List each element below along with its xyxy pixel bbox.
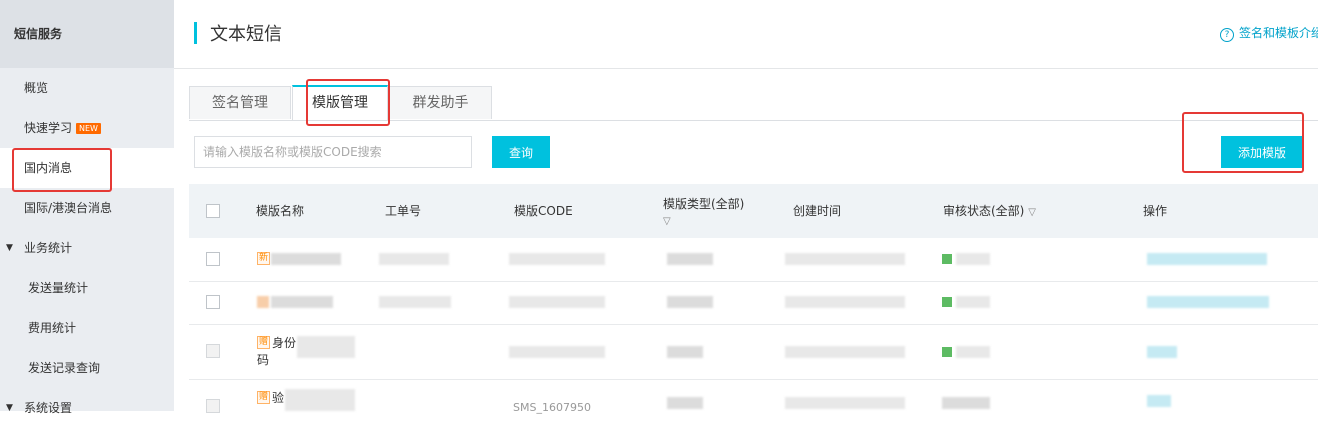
search-input[interactable]	[194, 136, 472, 168]
sidebar-title: 短信服务	[0, 0, 174, 68]
column-header: 模版名称	[256, 204, 305, 218]
status-indicator	[942, 347, 952, 357]
new-tag: 新	[257, 252, 271, 265]
tab-bar: 签名管理 模版管理 群发助手	[189, 85, 1318, 121]
column-header-status[interactable]: 审核状态(全部) ▽	[943, 184, 1036, 238]
template-name-line1: 验	[272, 391, 285, 405]
column-header: 操作	[1143, 204, 1168, 218]
redacted-actions[interactable]	[1147, 395, 1171, 407]
redacted-code	[509, 253, 605, 265]
tab-bulk-send[interactable]: 群发助手	[389, 86, 492, 119]
gift-tag: 赠	[257, 336, 271, 349]
page-title: 文本短信	[210, 24, 282, 45]
sidebar-item-send-volume[interactable]: 发送量统计	[0, 268, 174, 308]
sidebar-item-label: 概览	[24, 81, 49, 95]
redacted-type	[667, 253, 713, 265]
table-row[interactable]: 赠 身份 码	[189, 324, 1318, 380]
sidebar-item-overview[interactable]: 概览	[0, 68, 174, 108]
redacted-time	[785, 346, 905, 358]
redacted-time	[785, 296, 905, 308]
select-all-checkbox[interactable]	[206, 204, 220, 218]
help-link[interactable]: ? 签名和模板介绍	[1220, 24, 1318, 42]
redacted-actions[interactable]	[1147, 253, 1267, 265]
redacted-status	[956, 346, 990, 358]
column-header: 创建时间	[793, 204, 842, 218]
redacted-ticket	[379, 296, 451, 308]
redacted-time	[785, 253, 905, 265]
sidebar-item-domestic[interactable]: 国内消息	[0, 148, 174, 188]
sidebar-item-label: 费用统计	[28, 321, 77, 335]
redacted-name	[285, 389, 355, 411]
redacted-type	[667, 397, 703, 409]
redacted-name	[271, 296, 333, 308]
sidebar-item-label: 系统设置	[24, 401, 73, 415]
redacted-time	[785, 397, 905, 409]
redacted-code	[509, 296, 605, 308]
query-button[interactable]: 查询	[492, 136, 550, 168]
redacted-status	[956, 253, 990, 265]
redacted-ticket	[379, 253, 449, 265]
redacted-name	[297, 336, 355, 358]
sidebar-group-settings[interactable]: ▼ 系统设置	[0, 388, 174, 428]
redacted-type	[667, 296, 713, 308]
sidebar: 短信服务 概览 快速学习 NEW 国内消息 国际/港澳台消息 ▼ 业务统计 发送量…	[0, 0, 174, 415]
tab-template[interactable]: 模版管理	[292, 85, 388, 120]
sidebar-group-stats[interactable]: ▼ 业务统计	[0, 228, 174, 268]
row-checkbox[interactable]	[206, 344, 220, 358]
sidebar-item-label: 国内消息	[24, 161, 73, 175]
sidebar-item-label: 快速学习	[24, 121, 73, 135]
redacted-type	[667, 346, 703, 358]
help-link-label: 签名和模板介绍	[1239, 26, 1318, 40]
table-header: 模版名称 工单号 模版CODE 模版类型(全部) ▽ 创建时间 审核状态(全部)…	[189, 184, 1318, 238]
template-name-line2: 码	[257, 353, 270, 367]
new-badge: NEW	[76, 123, 101, 134]
sidebar-item-label: 国际/港澳台消息	[24, 201, 113, 215]
status-indicator	[942, 297, 952, 307]
column-header: 模版CODE	[514, 204, 573, 218]
sidebar-item-send-records[interactable]: 发送记录查询	[0, 348, 174, 388]
sidebar-item-cost[interactable]: 费用统计	[0, 308, 174, 348]
gift-tag: 赠	[257, 391, 271, 404]
template-code-partial: SMS_1607950	[513, 401, 591, 414]
redacted-status	[956, 296, 990, 308]
status-indicator	[942, 254, 952, 264]
title-accent-bar	[194, 22, 197, 44]
tab-label: 群发助手	[412, 95, 469, 111]
redacted-tag	[257, 296, 269, 308]
redacted-name	[271, 253, 341, 265]
redacted-actions[interactable]	[1147, 346, 1177, 358]
redacted-status	[942, 397, 990, 409]
table-row[interactable]: 新	[189, 238, 1318, 282]
sidebar-item-label: 发送量统计	[28, 281, 89, 295]
filter-icon[interactable]: ▽	[1028, 207, 1036, 218]
redacted-actions[interactable]	[1147, 296, 1269, 308]
row-checkbox[interactable]	[206, 252, 220, 266]
column-header-label: 审核状态(全部)	[943, 204, 1025, 218]
sidebar-item-quick-learn[interactable]: 快速学习 NEW	[0, 108, 174, 148]
table-row[interactable]: 赠 验 SMS_1607950	[189, 379, 1318, 419]
caret-down-icon: ▼	[6, 403, 13, 413]
add-template-button[interactable]: 添加模版	[1221, 136, 1303, 168]
sidebar-item-label: 发送记录查询	[28, 361, 101, 375]
caret-down-icon: ▼	[6, 243, 13, 253]
sidebar-item-label: 业务统计	[24, 241, 73, 255]
sidebar-item-international[interactable]: 国际/港澳台消息	[0, 188, 174, 228]
filter-icon[interactable]: ▽	[663, 216, 671, 227]
tab-label: 签名管理	[212, 95, 268, 111]
template-name-line1: 身份	[272, 336, 297, 350]
question-icon: ?	[1220, 28, 1234, 42]
table-row[interactable]	[189, 281, 1318, 325]
page-header: 文本短信 ? 签名和模板介绍	[174, 0, 1318, 69]
tab-signature[interactable]: 签名管理	[189, 86, 291, 119]
row-checkbox[interactable]	[206, 295, 220, 309]
column-header-label: 模版类型(全部)	[663, 197, 745, 211]
column-header: 工单号	[385, 204, 422, 218]
tab-label: 模版管理	[312, 95, 368, 111]
redacted-code	[509, 346, 605, 358]
